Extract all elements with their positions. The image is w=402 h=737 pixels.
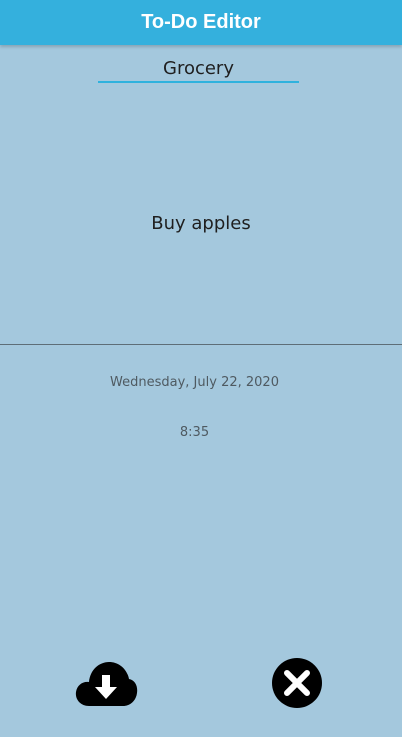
app-bar: To-Do Editor: [0, 0, 402, 45]
task-text[interactable]: Buy apples: [0, 213, 402, 234]
cloud-download-icon: [75, 662, 138, 706]
cancel-button[interactable]: [271, 657, 323, 709]
close-circle-icon: [272, 658, 322, 708]
page-title: To-Do Editor: [141, 11, 261, 33]
time-label[interactable]: 8:35: [0, 425, 389, 440]
category-input[interactable]: [98, 56, 299, 83]
date-label[interactable]: Wednesday, July 22, 2020: [0, 375, 389, 390]
save-button[interactable]: [74, 658, 138, 708]
divider: [0, 344, 402, 345]
